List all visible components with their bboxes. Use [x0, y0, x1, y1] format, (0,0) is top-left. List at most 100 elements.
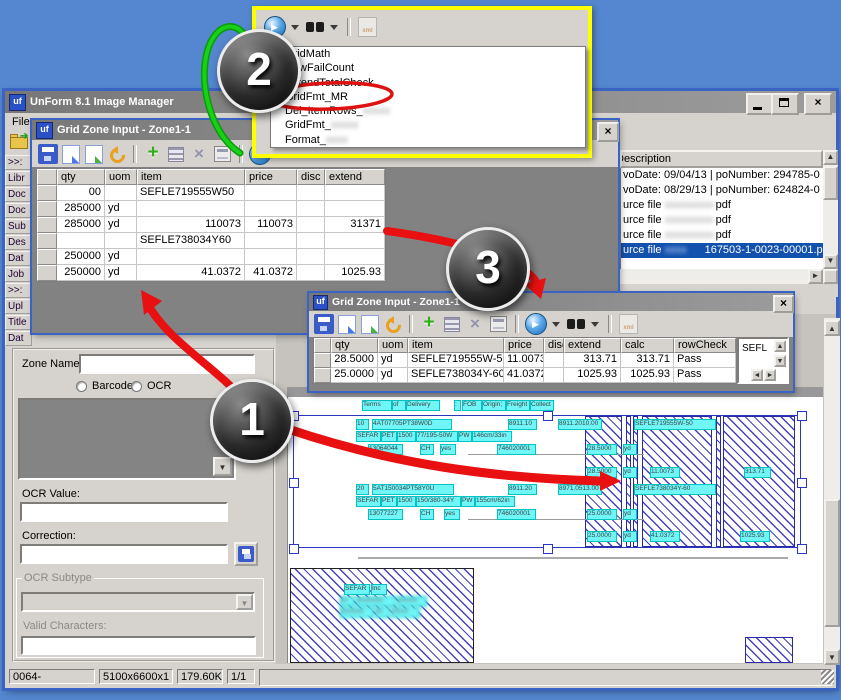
selection-handle[interactable] [797, 544, 807, 554]
dialog1-close-icon[interactable]: × [597, 122, 619, 142]
undo-icon[interactable] [107, 144, 127, 164]
row-header[interactable] [37, 265, 57, 281]
add-icon[interactable] [143, 144, 163, 164]
grid-cell[interactable] [245, 233, 297, 249]
grid-cell[interactable] [325, 233, 385, 249]
grid-cell[interactable] [137, 249, 245, 265]
drop-icon[interactable] [589, 314, 602, 334]
undo-icon[interactable] [383, 314, 403, 334]
add-icon[interactable] [419, 314, 439, 334]
selection-handle[interactable] [797, 478, 807, 488]
xml-icon[interactable] [358, 17, 377, 37]
grid-cell[interactable]: 41.0372 [245, 265, 297, 281]
grid-cell[interactable] [297, 249, 325, 265]
print-icon[interactable] [490, 316, 507, 332]
insert-row-icon[interactable] [168, 147, 184, 162]
grid-cell[interactable]: yd [105, 249, 137, 265]
grid-cell[interactable]: 250000 [57, 249, 105, 265]
grid-cell[interactable]: SEFLE738034Y60 [137, 233, 245, 249]
menu-item-gridmath[interactable]: GridMath [271, 47, 585, 61]
selection-handle[interactable] [543, 544, 553, 554]
grid-cell[interactable]: SEFLE738034Y-60 [408, 368, 504, 383]
grid-cell[interactable] [297, 201, 325, 217]
grid-cell[interactable]: yd [105, 265, 137, 281]
row-header[interactable] [314, 368, 331, 383]
print-icon[interactable] [214, 146, 231, 162]
row-header[interactable] [37, 185, 57, 201]
selection-handle[interactable] [289, 478, 299, 488]
grid-cell[interactable]: 28.5000 [331, 353, 378, 368]
grid-cell[interactable] [325, 249, 385, 265]
grid-cell[interactable]: 285000 [57, 217, 105, 233]
grid-cell[interactable] [297, 185, 325, 201]
grid-cell[interactable]: SEFLE719555W-50 [408, 353, 504, 368]
grid-cell[interactable]: yd [378, 368, 408, 383]
grid-cell[interactable]: 25.0000 [331, 368, 378, 383]
grid-cell[interactable]: 11.0073 [504, 353, 544, 368]
grid-cell[interactable] [105, 233, 137, 249]
grid-cell[interactable]: 110073 [137, 217, 245, 233]
selection-handle[interactable] [797, 411, 807, 421]
grid-cell[interactable]: yd [105, 201, 137, 217]
open-icon[interactable] [62, 145, 80, 164]
grid-cell[interactable]: 00 [57, 185, 105, 201]
xml-icon[interactable] [619, 314, 638, 334]
grid-cell[interactable]: 31371 [325, 217, 385, 233]
row-header[interactable] [37, 201, 57, 217]
open-icon[interactable] [338, 315, 356, 334]
save-icon[interactable] [314, 314, 334, 334]
side-scroll-down-icon[interactable]: ▼ [774, 355, 786, 367]
menu-item-gridfmtmr[interactable]: GridFmt_MR [271, 90, 585, 104]
replace-icon[interactable] [85, 145, 103, 164]
grid-cell[interactable] [105, 185, 137, 201]
grid-cell[interactable]: Pass [674, 353, 736, 368]
grid-cell[interactable] [297, 217, 325, 233]
row-header[interactable] [37, 249, 57, 265]
find-icon[interactable] [566, 314, 586, 334]
menu-item-gridfmt[interactable]: GridFmt_xxxxx [271, 118, 585, 132]
grid-cell[interactable]: 41.0372 [137, 265, 245, 281]
grid-cell[interactable] [245, 185, 297, 201]
side-scroll-up-icon[interactable]: ▲ [774, 340, 786, 352]
grid-cell[interactable] [325, 201, 385, 217]
selection-handle[interactable] [289, 544, 299, 554]
drop-icon[interactable] [328, 17, 341, 37]
grid-cell[interactable] [245, 249, 297, 265]
insert-row-icon[interactable] [444, 317, 460, 332]
grid-cell[interactable] [544, 353, 564, 368]
drop-icon[interactable] [289, 17, 302, 37]
grid-cell[interactable]: 1025.93 [325, 265, 385, 281]
grid-cell[interactable]: 41.0372 [504, 368, 544, 383]
delete-icon[interactable] [465, 314, 485, 334]
grid-cell[interactable]: yd [105, 217, 137, 233]
replace-icon[interactable] [361, 315, 379, 334]
grid-cell[interactable] [57, 233, 105, 249]
side-scroll-right-icon[interactable]: ► [764, 369, 776, 381]
grid-cell[interactable] [297, 233, 325, 249]
drop-icon[interactable] [550, 314, 563, 334]
grid-cell[interactable] [245, 201, 297, 217]
row-header[interactable] [37, 233, 57, 249]
grid-cell[interactable]: 285000 [57, 201, 105, 217]
row-header[interactable] [37, 217, 57, 233]
grid-cell[interactable] [544, 368, 564, 383]
side-scroll-left-icon[interactable]: ◄ [751, 369, 763, 381]
run-icon[interactable] [525, 313, 547, 335]
grid-cell[interactable]: SEFLE719555W50 [137, 185, 245, 201]
menu-item-format[interactable]: Format_xxxx [271, 133, 585, 147]
grid-cell[interactable]: 250000 [57, 265, 105, 281]
grid-cell[interactable] [325, 185, 385, 201]
grid-cell[interactable]: 313.71 [564, 353, 621, 368]
grid-cell[interactable] [297, 265, 325, 281]
grid-cell[interactable]: 1025.93 [621, 368, 674, 383]
menu-item-extendtotalcheck[interactable]: ExtendTotalCheck [271, 76, 585, 90]
find-icon[interactable] [305, 17, 325, 37]
grid-cell[interactable] [137, 201, 245, 217]
grid-cell[interactable]: Pass [674, 368, 736, 383]
save-icon[interactable] [38, 144, 58, 164]
selection-handle[interactable] [543, 411, 553, 421]
menu-item-rowfailcount[interactable]: RowFailCount [271, 61, 585, 75]
grid-cell[interactable]: yd [378, 353, 408, 368]
grid-cell[interactable]: 1025.93 [564, 368, 621, 383]
dialog2-close-icon[interactable]: × [773, 295, 794, 313]
